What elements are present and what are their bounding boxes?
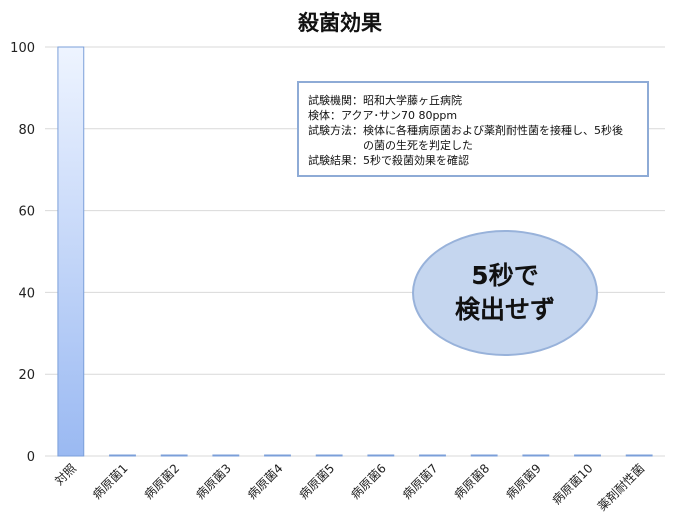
bar: [470, 454, 498, 457]
x-tick-label: 病原菌7: [399, 461, 440, 502]
x-tick-label: 病原菌10: [549, 461, 596, 508]
bar: [212, 454, 240, 457]
bar: [419, 454, 446, 457]
x-tick-label: 薬剤耐性菌: [594, 461, 647, 514]
y-tick-label: 0: [27, 450, 35, 465]
x-tick-label: 対照: [52, 461, 79, 488]
y-tick-label: 100: [10, 41, 35, 56]
bar: [315, 454, 343, 457]
x-tick-label: 病原菌9: [502, 461, 543, 502]
callout-line-2: 検出せず: [454, 295, 555, 324]
x-tick-label: 病原菌6: [347, 461, 388, 502]
test-institution-text: 試験機関：昭和大学藤ヶ丘病院: [308, 94, 462, 107]
callout-line-1: 5秒で: [471, 261, 539, 290]
bar: [625, 454, 653, 457]
y-tick-label: 60: [18, 205, 35, 220]
bar: [160, 454, 188, 457]
bar: [264, 454, 291, 457]
y-axis-ticks: 0 20 40 60 80 100: [10, 41, 35, 465]
x-tick-label: 病原菌1: [89, 461, 130, 502]
test-info-box: 試験機関：昭和大学藤ヶ丘病院 検体：アクア･サン70 80ppm 試験方法：検体…: [297, 81, 649, 177]
test-sample-text: 検体：アクア･サン70 80ppm: [308, 109, 458, 122]
y-tick-label: 20: [18, 368, 35, 383]
x-tick-label: 病原菌4: [244, 461, 285, 502]
result-callout-bubble: 5秒で 検出せず: [412, 230, 598, 356]
y-tick-label: 40: [18, 286, 35, 301]
bar: [109, 454, 136, 457]
y-tick-label: 80: [18, 123, 35, 138]
x-tick-label: 病原菌2: [141, 461, 182, 502]
bar: [574, 454, 601, 457]
x-tick-label: 病原菌3: [192, 461, 233, 502]
test-method-text: 試験方法：検体に各種病原菌および薬剤耐性菌を接種し、5秒後: [308, 124, 623, 137]
x-tick-label: 病原菌8: [451, 461, 492, 502]
bar: [57, 46, 85, 457]
bar: [367, 454, 395, 457]
x-tick-label: 病原菌5: [296, 461, 337, 502]
bar: [522, 454, 550, 457]
chart-title: 殺菌効果: [297, 11, 382, 35]
test-result-text: 試験結果：5秒で殺菌効果を確認: [308, 154, 469, 167]
test-method-continued-text: の菌の生死を判定した: [363, 139, 473, 152]
x-axis-ticks: 対照 病原菌1 病原菌2 病原菌3 病原菌4 病原菌5 病原菌6 病原菌7 病原菌8 病原菌9 病原…: [52, 461, 647, 514]
